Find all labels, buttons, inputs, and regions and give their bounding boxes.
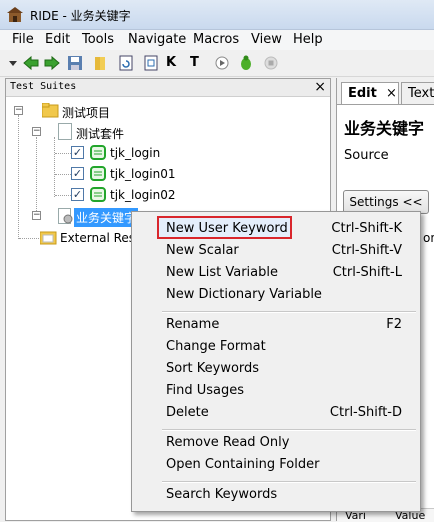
keyword-t-button[interactable]: T <box>190 55 199 70</box>
tree-label: tjk_login01 <box>110 167 176 181</box>
panel-header: Test Suites × <box>6 79 330 97</box>
test-checkbox[interactable]: ✓ <box>71 188 84 201</box>
menu-item-remove-read-only[interactable]: Remove Read Only <box>134 432 418 454</box>
tab-label: Edit <box>348 86 377 101</box>
menu-navigate[interactable]: Navigate <box>126 32 188 47</box>
title-bar: RIDE - 业务关键字 <box>0 0 434 30</box>
menu-separator <box>162 429 416 431</box>
save-icon[interactable] <box>66 54 84 72</box>
collapse-icon[interactable]: − <box>32 211 41 220</box>
tab-text[interactable]: Text <box>401 82 434 104</box>
source-label: Source <box>344 148 389 163</box>
play-icon[interactable] <box>213 54 231 72</box>
menu-item-rename[interactable]: Rename F2 <box>134 314 418 336</box>
test-checkbox[interactable]: ✓ <box>71 146 84 159</box>
menu-view[interactable]: View <box>249 32 284 47</box>
refresh-file-icon[interactable] <box>117 54 135 72</box>
test-checkbox[interactable]: ✓ <box>71 167 84 180</box>
menu-edit[interactable]: Edit <box>43 32 72 47</box>
bug-icon[interactable] <box>237 54 255 72</box>
menu-help[interactable]: Help <box>291 32 325 47</box>
menu-item-search-keywords[interactable]: Search Keywords <box>134 484 418 506</box>
menu-tools[interactable]: Tools <box>80 32 116 47</box>
test-case-icon <box>90 145 106 160</box>
menu-item-change-format[interactable]: Change Format <box>134 336 418 358</box>
menu-item-find-usages[interactable]: Find Usages <box>134 380 418 402</box>
tree-label: External Res <box>60 231 136 245</box>
menu-item-new-user-keyword[interactable]: New User Keyword Ctrl-Shift-K <box>134 218 418 240</box>
ride-app-icon <box>7 7 23 22</box>
menu-file[interactable]: File <box>10 32 36 47</box>
tree-item-test[interactable]: ✓ tjk_login02 <box>6 185 326 205</box>
menu-item-delete[interactable]: Delete Ctrl-Shift-D <box>134 402 418 424</box>
menu-item-new-dictionary-variable[interactable]: New Dictionary Variable <box>134 284 418 306</box>
panel-title: Test Suites <box>10 81 77 92</box>
collapse-icon[interactable]: − <box>14 106 23 115</box>
open-folder-icon[interactable] <box>92 54 110 72</box>
file-icon <box>58 123 72 140</box>
menu-item-open-containing-folder[interactable]: Open Containing Folder <box>134 454 418 476</box>
tree-label: 测试项目 <box>62 106 111 120</box>
tree-label: 测试套件 <box>76 127 125 141</box>
save-all-icon[interactable] <box>142 54 160 72</box>
resource-file-icon <box>58 208 73 224</box>
close-tab-icon[interactable]: × <box>386 86 397 101</box>
window-title: RIDE - 业务关键字 <box>30 9 131 23</box>
tree-label: tjk_login <box>110 146 161 160</box>
stop-icon[interactable] <box>262 54 280 72</box>
tree-item-project[interactable]: − 测试项目 <box>6 101 326 121</box>
collapse-icon[interactable]: − <box>32 127 41 136</box>
resource-heading: 业务关键字 <box>344 119 425 138</box>
menu-item-new-list-variable[interactable]: New List Variable Ctrl-Shift-L <box>134 262 418 284</box>
dropdown-arrow-icon[interactable] <box>4 54 22 72</box>
tree-label: tjk_login02 <box>110 188 176 202</box>
forward-arrow-icon[interactable] <box>43 54 61 72</box>
tab-edit[interactable]: Edit × <box>341 82 399 104</box>
keyword-k-button[interactable]: K <box>166 55 176 70</box>
tab-label: Text <box>408 86 434 101</box>
folder-icon <box>42 103 59 118</box>
tree-item-test[interactable]: ✓ tjk_login <box>6 143 326 163</box>
close-panel-icon[interactable]: × <box>314 79 326 95</box>
test-case-icon <box>90 187 106 202</box>
tree-item-test[interactable]: ✓ tjk_login01 <box>6 164 326 184</box>
toolbar: K T <box>0 50 434 77</box>
menu-macros[interactable]: Macros <box>191 32 241 47</box>
context-menu: New User Keyword Ctrl-Shift-K New Scalar… <box>131 211 421 512</box>
menu-separator <box>162 481 416 483</box>
menu-item-sort-keywords[interactable]: Sort Keywords <box>134 358 418 380</box>
test-case-icon <box>90 166 106 181</box>
folder-icon <box>40 231 57 245</box>
menu-item-new-scalar[interactable]: New Scalar Ctrl-Shift-V <box>134 240 418 262</box>
menu-separator <box>162 311 416 313</box>
back-arrow-icon[interactable] <box>22 54 40 72</box>
tree-label-selected: 业务关键字 <box>74 208 139 227</box>
partial-text: on <box>423 231 434 245</box>
menu-bar: File Edit Tools Navigate Macros View Hel… <box>0 30 434 50</box>
tree-item-suite[interactable]: − 测试套件 <box>6 122 326 142</box>
